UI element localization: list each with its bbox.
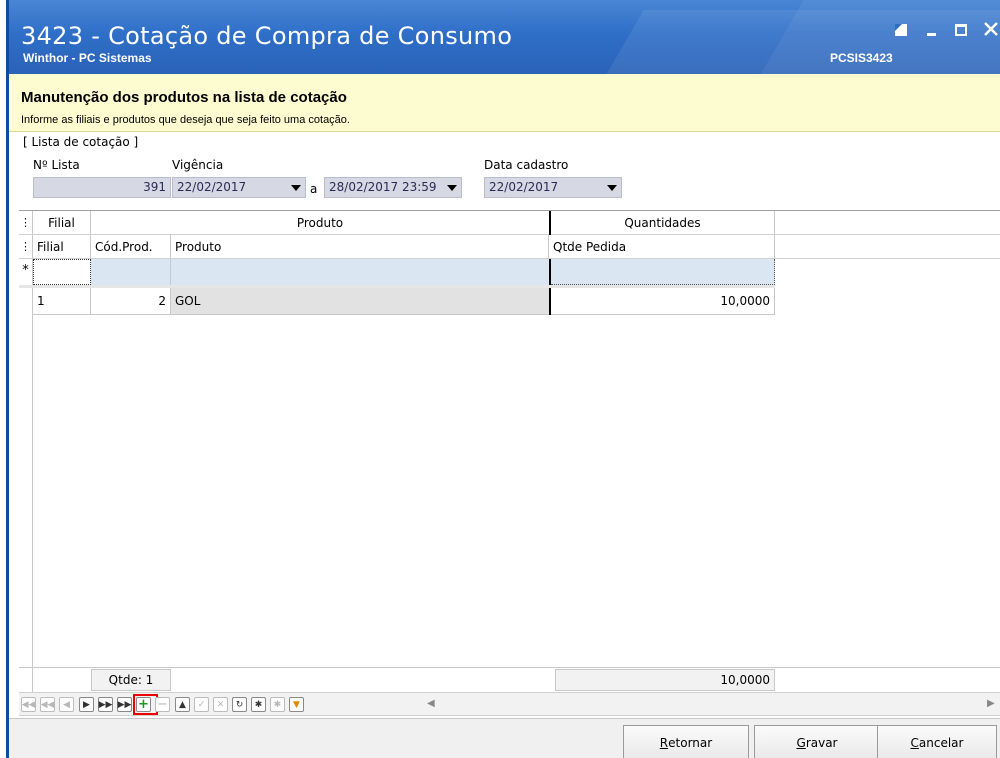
group-title: [ Lista de cotação ] (23, 135, 139, 149)
vigencia-fim-field[interactable]: 28/02/2017 23:59 (324, 177, 462, 198)
vigencia-inicio-value: 22/02/2017 (177, 180, 247, 194)
chevron-down-icon[interactable] (445, 180, 459, 195)
band-quantidades[interactable]: Quantidades (551, 211, 775, 234)
data-cadastro-value: 22/02/2017 (489, 180, 559, 194)
vigencia-inicio-field[interactable]: 22/02/2017 (172, 177, 306, 198)
retornar-label: etornar (668, 736, 713, 750)
scroll-left-icon[interactable]: ◀ (427, 698, 435, 709)
products-grid: ⋮ Filial Produto Quantidades ⋮ Filial Có… (19, 210, 1000, 715)
maximize-icon (955, 24, 967, 36)
app-root: 3423 - Cotação de Compra de Consumo Wint… (0, 0, 1000, 758)
window-code: PCSIS3423 (830, 51, 893, 65)
footer-count: Qtde: 1 (91, 669, 171, 691)
last-page-icon[interactable]: ▶▶ (117, 697, 132, 712)
footer-total: 10,0000 (555, 669, 775, 691)
window-subtitle: Winthor - PC Sistemas (23, 51, 152, 65)
restore-window-button[interactable] (894, 22, 908, 36)
footer-indicator (19, 668, 33, 692)
edit-record-icon[interactable]: ▲ (175, 697, 190, 712)
grid-new-row[interactable]: * (19, 259, 1000, 285)
new-row-marker: * (19, 259, 33, 285)
page-title: Manutenção dos produtos na lista de cota… (21, 89, 347, 106)
col-cod-prod[interactable]: Cód.Prod. (91, 235, 171, 258)
window-controls (894, 22, 998, 36)
grid-column-header: ⋮ Filial Cód.Prod. Produto Qtde Pedida (19, 235, 1000, 259)
bookmark-icon[interactable]: ✱ (251, 697, 266, 712)
next-page-icon[interactable]: ▶▶ (98, 697, 113, 712)
retornar-key: R (659, 736, 669, 750)
close-window-button[interactable] (984, 22, 998, 36)
col-produto[interactable]: Produto (171, 235, 549, 258)
gravar-label: ravar (805, 736, 838, 750)
prev-page-icon[interactable]: ◀◀ (40, 697, 55, 712)
data-cadastro-field: 22/02/2017 (484, 177, 622, 198)
filter-icon[interactable]: ▼ (289, 697, 304, 712)
vigencia-fim-value: 28/02/2017 23:59 (329, 180, 437, 194)
gravar-key: G (796, 736, 806, 750)
row-qtde-cell[interactable]: 10,0000 (551, 288, 775, 315)
gravar-button[interactable]: Gravar (754, 725, 880, 758)
title-bar: 3423 - Cotação de Compra de Consumo Wint… (9, 0, 1000, 74)
minimize-icon (926, 33, 936, 36)
row-indicator (19, 288, 33, 315)
row-produto-cell[interactable]: GOL (171, 288, 549, 315)
indicator-column (19, 315, 33, 668)
grid-navigator: ◀◀ ◀◀ ◀ ▶ ▶▶ ▶▶ + − ▲ ✓ ✕ ↻ ✱ ✱ ▼ ◀ ▶ (19, 692, 1000, 716)
window-title: 3423 - Cotação de Compra de Consumo (21, 22, 513, 50)
close-icon (984, 22, 998, 36)
post-record-icon[interactable]: ✓ (194, 697, 209, 712)
page-header: Manutenção dos produtos na lista de cota… (9, 74, 1000, 132)
numero-lista-label: Nº Lista (33, 158, 80, 172)
refresh-icon[interactable]: ↻ (232, 697, 247, 712)
next-record-icon[interactable]: ▶ (79, 697, 94, 712)
band-produto[interactable]: Produto (91, 211, 549, 234)
page-description: Informe as filiais e produtos que deseja… (21, 114, 350, 126)
column-customize-icon[interactable]: ⋮ (19, 235, 33, 258)
restore-icon (895, 24, 907, 36)
vigencia-label: Vigência (172, 158, 224, 172)
cancel-record-icon[interactable]: ✕ (213, 697, 228, 712)
prev-record-icon[interactable]: ◀ (59, 697, 74, 712)
row-cod-cell[interactable]: 2 (91, 288, 171, 315)
new-row-produto-cell[interactable] (171, 259, 549, 285)
new-row-qtde-cell[interactable] (551, 259, 775, 285)
maximize-window-button[interactable] (954, 22, 968, 36)
numero-lista-field: 391 (33, 177, 171, 198)
table-row[interactable]: 1 2 GOL 10,0000 (19, 288, 1000, 315)
goto-bookmark-icon[interactable]: ✱ (270, 697, 285, 712)
new-row-cod-cell[interactable] (91, 259, 171, 285)
first-page-icon[interactable]: ◀◀ (21, 697, 36, 712)
cancelar-label: ancelar (918, 736, 964, 750)
retornar-button[interactable]: Retornar (623, 725, 749, 758)
cancelar-key: C (910, 736, 919, 750)
scroll-right-icon[interactable]: ▶ (987, 698, 995, 709)
band-customize-icon[interactable]: ⋮ (19, 211, 33, 234)
chevron-down-icon (605, 180, 619, 195)
new-row-filial-cell[interactable] (33, 259, 91, 285)
grid-band-header: ⋮ Filial Produto Quantidades (19, 211, 1000, 235)
bottom-bar: Retornar Gravar Cancelar (9, 718, 1000, 758)
minimize-window-button[interactable] (924, 22, 938, 36)
row-filial-cell[interactable]: 1 (33, 288, 91, 315)
delete-record-icon[interactable]: − (155, 697, 170, 712)
col-filial[interactable]: Filial (33, 235, 91, 258)
chevron-down-icon[interactable] (289, 180, 303, 195)
grid-footer: Qtde: 1 10,0000 (19, 667, 1000, 692)
vigencia-separator: a (310, 182, 318, 196)
numero-lista-value: 391 (143, 180, 166, 194)
cancelar-button[interactable]: Cancelar (877, 725, 997, 758)
window: 3423 - Cotação de Compra de Consumo Wint… (6, 0, 1000, 758)
data-cadastro-label: Data cadastro (484, 158, 569, 172)
col-qtde-pedida[interactable]: Qtde Pedida (549, 235, 775, 258)
band-filial[interactable]: Filial (33, 211, 91, 234)
